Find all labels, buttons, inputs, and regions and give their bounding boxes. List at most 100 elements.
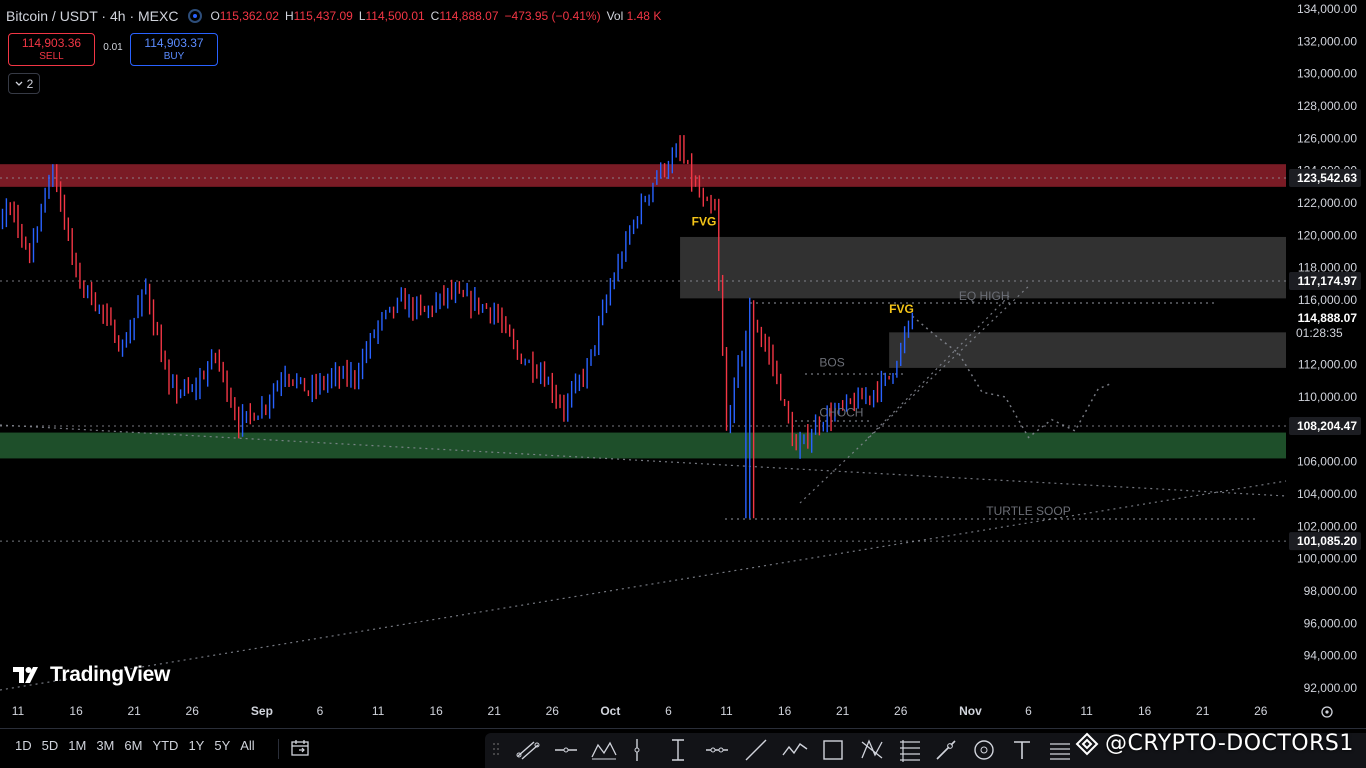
x-tick-label: 26 (186, 704, 200, 718)
timeframe-3m[interactable]: 3M (91, 738, 119, 753)
polyline-icon[interactable] (859, 737, 885, 763)
price-tag-label: 123,542.63 (1297, 171, 1357, 185)
timeframe-5y[interactable]: 5Y (209, 738, 235, 753)
drag-handle-icon[interactable] (491, 737, 501, 763)
price-chart[interactable]: FVG FVG EQ HIGH BOS CHOCH TURTLE SOOP 92,000.… (0, 0, 1366, 728)
low-label: L (358, 9, 366, 23)
x-tick-label: Sep (251, 704, 273, 718)
timeframe-1d[interactable]: 1D (10, 738, 37, 753)
price-tag-label: 117,174.97 (1298, 274, 1358, 288)
timeframe-1y[interactable]: 1Y (183, 738, 209, 753)
demand-zone (0, 432, 1286, 459)
horizontal-line-icon[interactable] (553, 737, 579, 763)
buy-button[interactable]: 114,903.37 BUY (130, 33, 218, 66)
spread-value: 0.01 (103, 42, 123, 53)
x-tick-label: 16 (778, 704, 792, 718)
symbol-title[interactable]: Bitcoin / USDT · 4h · MEXC (6, 8, 178, 24)
text-cursor-icon[interactable] (665, 737, 691, 763)
y-tick-label: 120,000.00 (1297, 228, 1357, 242)
timeframe-5d[interactable]: 5D (37, 738, 64, 753)
annotation-fvg: FVG (692, 215, 717, 229)
x-tick-label: 6 (665, 704, 672, 718)
y-tick-label: 104,000.00 (1297, 487, 1357, 501)
circle-tool-icon[interactable] (971, 737, 997, 763)
x-tick-label: 21 (1196, 704, 1210, 718)
y-tick-label: 132,000.00 (1297, 34, 1357, 48)
timeframe-6m[interactable]: 6M (119, 738, 147, 753)
volume-label: Vol (606, 9, 624, 23)
y-tick-label: 128,000.00 (1297, 99, 1357, 113)
annotation-turtle-soop: TURTLE SOOP (986, 504, 1070, 518)
timeframe-1m[interactable]: 1M (63, 738, 91, 753)
x-tick-label: 11 (12, 704, 25, 718)
rising-trendline (0, 480, 1287, 691)
annotation-choch: CHOCH (819, 405, 863, 419)
binance-logo-icon (1075, 732, 1099, 755)
supply-zone (0, 164, 1286, 187)
buy-price: 114,903.37 (144, 36, 204, 50)
low-value: 114,500.01 (365, 9, 425, 23)
text-tool-icon[interactable] (1009, 737, 1035, 763)
y-tick-label: 106,000.00 (1297, 455, 1357, 469)
x-tick-label: 11 (1080, 704, 1093, 718)
y-tick-label: 110,000.00 (1298, 390, 1357, 404)
market-status-icon[interactable] (188, 9, 203, 23)
x-tick-label: 16 (1138, 704, 1152, 718)
y-tick-label: 96,000.00 (1304, 616, 1358, 630)
y-tick-label: 122,000.00 (1297, 196, 1357, 210)
list-icon[interactable] (1047, 737, 1073, 763)
x-tick-label: 16 (429, 704, 443, 718)
volume-value: 1.48 K (626, 9, 662, 23)
y-tick-label: 102,000.00 (1297, 519, 1357, 533)
x-tick-label: 26 (894, 704, 908, 718)
close-value: 114,888.07 (439, 9, 499, 23)
tradingview-logo[interactable]: TradingView (12, 663, 170, 687)
ray-icon[interactable] (704, 737, 730, 763)
author-watermark: @CRYPTO-DOCTORS1 (1075, 731, 1354, 756)
x-tick-label: 26 (1254, 704, 1268, 718)
sell-button[interactable]: 114,903.36 SELL (8, 33, 95, 66)
rectangle-icon[interactable] (820, 737, 846, 763)
fib-retracement-icon[interactable] (897, 737, 923, 763)
x-tick-label: 21 (488, 704, 502, 718)
gear-hub (1325, 710, 1329, 714)
y-tick-label: 94,000.00 (1304, 649, 1358, 663)
sell-label: SELL (39, 51, 64, 62)
y-tick-label: 100,000.00 (1297, 552, 1357, 566)
symbol-header: Bitcoin / USDT · 4h · MEXC O115,362.02 H… (6, 6, 661, 26)
price-tag-label: 108,204.47 (1297, 419, 1357, 433)
high-label: H (284, 9, 294, 23)
buy-label: BUY (163, 51, 185, 62)
settings-gear-icon[interactable] (1321, 706, 1333, 718)
open-value: 115,362.02 (219, 9, 279, 23)
x-tick-label: 11 (720, 704, 733, 718)
vertical-line-icon[interactable] (631, 737, 643, 763)
timeframe-ytd[interactable]: YTD (147, 738, 183, 753)
date-range-icon[interactable] (290, 738, 310, 758)
x-tick-label: 6 (317, 704, 324, 718)
chevron-down-icon (15, 81, 23, 86)
x-tick-label: Oct (600, 704, 620, 718)
channel-line-lower (799, 284, 1031, 504)
path-icon[interactable] (781, 737, 809, 763)
trend-line-icon[interactable] (743, 737, 769, 763)
open-label: O (210, 9, 220, 23)
watermark-text: @CRYPTO-DOCTORS1 (1105, 731, 1354, 756)
parallel-channel-icon[interactable] (515, 737, 541, 763)
y-tick-label: 112,000.00 (1298, 358, 1357, 372)
y-tick-label: 130,000.00 (1297, 67, 1357, 81)
x-tick-label: 11 (372, 704, 385, 718)
current-price-label: 114,888.07 (1298, 311, 1358, 325)
timeframe-all[interactable]: All (235, 738, 259, 753)
indicators-count: 2 (26, 76, 34, 91)
x-tick-label: Nov (959, 704, 982, 718)
x-tick-label: 6 (1025, 704, 1032, 718)
price-tag-label: 101,085.20 (1297, 534, 1357, 548)
y-tick-label: 134,000.00 (1297, 2, 1357, 16)
x-tick-label: 26 (546, 704, 560, 718)
pitchfork-icon[interactable] (590, 737, 618, 763)
y-tick-label: 98,000.00 (1304, 584, 1358, 598)
indicators-toggle-button[interactable]: 2 (8, 73, 40, 94)
brush-icon[interactable] (933, 737, 959, 763)
x-tick-label: 21 (127, 704, 141, 718)
